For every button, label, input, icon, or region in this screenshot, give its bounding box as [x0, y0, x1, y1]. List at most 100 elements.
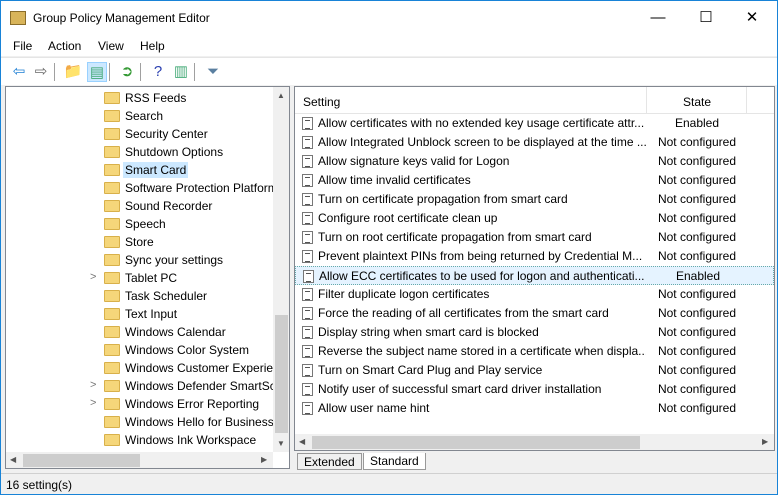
- expand-chevron-icon[interactable]: >: [90, 397, 96, 409]
- policy-setting-icon: [302, 383, 313, 396]
- tree-pane: RSS Feeds Search Security Center Shutdown O…: [5, 86, 290, 469]
- filter-icon[interactable]: ⏷: [203, 62, 223, 82]
- folder-icon: [104, 128, 120, 140]
- table-row[interactable]: Allow time invalid certificates Not confi…: [295, 171, 774, 190]
- table-row[interactable]: Prevent plaintext PINs from being return…: [295, 247, 774, 266]
- policy-setting-icon: [302, 212, 313, 225]
- folder-icon: [104, 92, 120, 104]
- tree-item[interactable]: Search: [6, 107, 274, 125]
- table-row[interactable]: Allow signature keys valid for Logon Not …: [295, 152, 774, 171]
- table-row[interactable]: Allow user name hint Not configured: [295, 399, 774, 418]
- tab-standard[interactable]: Standard: [363, 453, 426, 470]
- separator: [54, 63, 55, 81]
- column-setting[interactable]: Setting: [303, 95, 340, 109]
- tree-item-label: Windows Hello for Business: [125, 415, 274, 429]
- separator: [140, 63, 141, 81]
- table-row[interactable]: Turn on root certificate propagation fro…: [295, 228, 774, 247]
- setting-state: Not configured: [657, 344, 737, 358]
- policy-setting-icon: [302, 174, 313, 187]
- folder-icon: [104, 434, 120, 446]
- tree-item[interactable]: Shutdown Options: [6, 143, 274, 161]
- setting-state: Not configured: [657, 287, 737, 301]
- tree-item[interactable]: RSS Feeds: [6, 89, 274, 107]
- tree-item[interactable]: Text Input: [6, 305, 274, 323]
- table-row[interactable]: Filter duplicate logon certificates Not c…: [295, 285, 774, 304]
- help-icon[interactable]: ?: [148, 62, 168, 82]
- tree-item[interactable]: Windows Color System: [6, 341, 274, 359]
- tree-vertical-scrollbar[interactable]: ▲ ▼: [273, 87, 289, 452]
- tree-item[interactable]: Smart Card: [6, 161, 274, 179]
- tree-item[interactable]: > Windows Error Reporting: [6, 395, 274, 413]
- table-row[interactable]: Configure root certificate clean up Not c…: [295, 209, 774, 228]
- scroll-thumb[interactable]: [23, 454, 140, 467]
- show-hide-tree-icon[interactable]: ▤: [87, 62, 107, 82]
- tree-item-label: RSS Feeds: [125, 91, 187, 105]
- table-row[interactable]: Allow ECC certificates to be used for lo…: [295, 266, 774, 285]
- maximize-button[interactable]: ☐: [691, 7, 721, 29]
- table-row[interactable]: Allow Integrated Unblock screen to be di…: [295, 133, 774, 152]
- menu-file[interactable]: File: [13, 39, 32, 53]
- tree-horizontal-scrollbar[interactable]: ◀ ▶: [6, 452, 273, 468]
- close-button[interactable]: ✕: [737, 7, 767, 29]
- tree-item-label: Speech: [125, 217, 166, 231]
- menu-action[interactable]: Action: [48, 39, 81, 53]
- folder-icon: [104, 326, 120, 338]
- list-horizontal-scrollbar[interactable]: ◀ ▶: [295, 434, 774, 450]
- tree-item[interactable]: Sync your settings: [6, 251, 274, 269]
- policy-setting-icon: [302, 326, 313, 339]
- setting-name: Allow signature keys valid for Logon: [318, 154, 510, 168]
- forward-icon[interactable]: ⇨: [31, 62, 51, 82]
- setting-name: Allow user name hint: [318, 401, 430, 415]
- tree-item[interactable]: Security Center: [6, 125, 274, 143]
- setting-name: Allow certificates with no extended key …: [318, 116, 645, 130]
- back-icon[interactable]: ⇦: [9, 62, 29, 82]
- tree-item-label: Windows Defender SmartScreen: [125, 379, 290, 393]
- folder-icon: [104, 146, 120, 158]
- table-row[interactable]: Reverse the subject name stored in a cer…: [295, 342, 774, 361]
- show-action-pane-icon[interactable]: ▥: [171, 62, 191, 82]
- status-text: 16 setting(s): [6, 478, 73, 492]
- minimize-button[interactable]: —: [643, 7, 673, 29]
- scroll-thumb[interactable]: [275, 315, 288, 433]
- table-row[interactable]: Notify user of successful smart card dri…: [295, 380, 774, 399]
- table-row[interactable]: Allow certificates with no extended key …: [295, 114, 774, 133]
- tree-item-label: Windows Ink Workspace: [125, 433, 257, 447]
- folder-icon: [104, 218, 120, 230]
- tree-item-label: Sound Recorder: [125, 199, 213, 213]
- table-row[interactable]: Force the reading of all certificates fr…: [295, 304, 774, 323]
- table-row[interactable]: Turn on certificate propagation from sma…: [295, 190, 774, 209]
- setting-state: Not configured: [657, 230, 737, 244]
- policy-setting-icon: [302, 288, 313, 301]
- up-folder-icon[interactable]: 📁: [63, 62, 83, 82]
- table-row[interactable]: Display string when smart card is blocke…: [295, 323, 774, 342]
- tree-item[interactable]: Software Protection Platform: [6, 179, 278, 197]
- folder-icon: [104, 380, 120, 392]
- menu-view[interactable]: View: [98, 39, 124, 53]
- column-state[interactable]: State: [651, 95, 743, 109]
- tree-item[interactable]: Store: [6, 233, 274, 251]
- folder-icon: [104, 200, 120, 212]
- table-row[interactable]: Turn on Smart Card Plug and Play service…: [295, 361, 774, 380]
- tab-extended[interactable]: Extended: [297, 453, 362, 470]
- setting-name: Turn on certificate propagation from sma…: [318, 192, 568, 206]
- export-list-icon[interactable]: ➲: [117, 62, 137, 82]
- tree-item[interactable]: Windows Ink Workspace: [6, 431, 274, 449]
- tree-item[interactable]: Speech: [6, 215, 274, 233]
- tree-item[interactable]: Task Scheduler: [6, 287, 274, 305]
- tree-item[interactable]: Windows Calendar: [6, 323, 274, 341]
- tree-item[interactable]: > Tablet PC: [6, 269, 274, 287]
- menu-help[interactable]: Help: [140, 39, 165, 53]
- tree-item[interactable]: > Windows Defender SmartScreen: [6, 377, 289, 395]
- scroll-thumb[interactable]: [312, 436, 640, 449]
- tree-item[interactable]: Windows Hello for Business: [6, 413, 274, 431]
- setting-name: Turn on Smart Card Plug and Play service: [318, 363, 543, 377]
- tree-item[interactable]: Windows Customer Experience: [6, 359, 289, 377]
- setting-name: Prevent plaintext PINs from being return…: [318, 249, 643, 263]
- folder-icon: [104, 416, 120, 428]
- expand-chevron-icon[interactable]: >: [90, 271, 96, 283]
- setting-state: Not configured: [657, 363, 737, 377]
- policy-setting-icon: [302, 136, 313, 149]
- policy-setting-icon: [302, 364, 313, 377]
- expand-chevron-icon[interactable]: >: [90, 379, 96, 391]
- tree-item[interactable]: Sound Recorder: [6, 197, 274, 215]
